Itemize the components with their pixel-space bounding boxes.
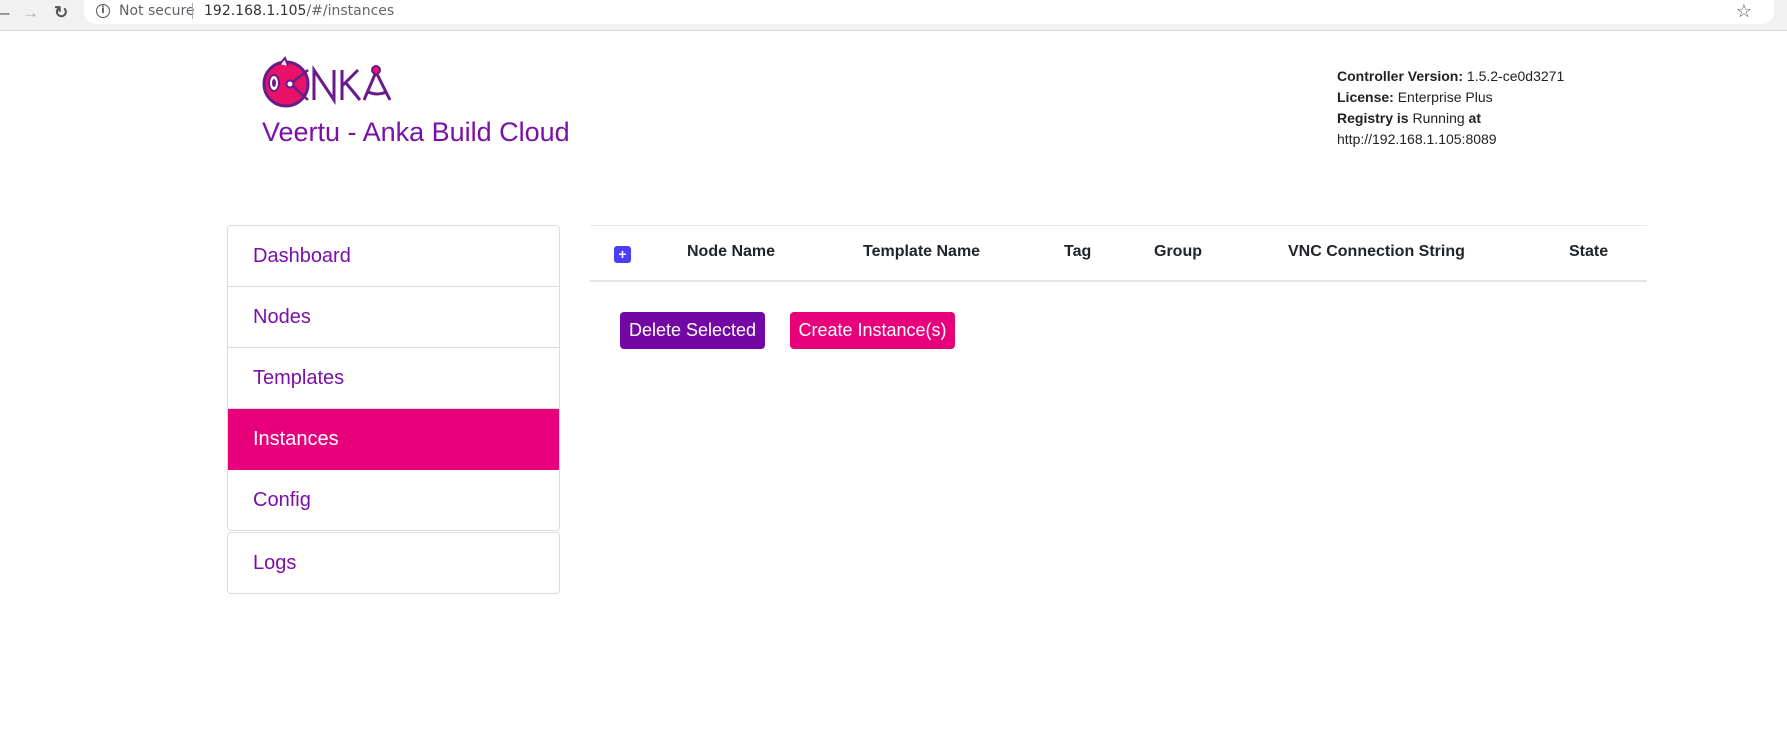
sidebar-secondary-group: Logs — [227, 532, 560, 594]
reload-button[interactable]: ↻ — [54, 3, 68, 23]
sidebar-item-config[interactable]: Config — [228, 470, 559, 530]
controller-version-label: Controller Version: — [1337, 68, 1464, 84]
sidebar-item-templates[interactable]: Templates — [228, 348, 559, 409]
sidebar-main-group: Dashboard Nodes Templates Instances Conf… — [227, 225, 560, 531]
divider — [192, 3, 193, 19]
license-label: License: — [1337, 89, 1394, 105]
security-label: Not secure — [119, 3, 195, 19]
url-host: 192.168.1.105 — [204, 3, 307, 19]
sidebar-item-instances[interactable]: Instances — [228, 409, 559, 470]
license-row: License: Enterprise Plus — [1337, 87, 1564, 108]
controller-version-row: Controller Version: 1.5.2-ce0d3271 — [1337, 66, 1564, 87]
sidebar-item-nodes[interactable]: Nodes — [228, 287, 559, 348]
sidebar-item-dashboard[interactable]: Dashboard — [228, 226, 559, 287]
create-instances-button[interactable]: Create Instance(s) — [790, 312, 955, 349]
address-bar[interactable]: i Not secure 192.168.1.105/#/instances ☆ — [84, 0, 1774, 24]
info-icon[interactable]: i — [96, 4, 110, 18]
sidebar-item-logs[interactable]: Logs — [228, 533, 559, 593]
anka-logo — [260, 56, 410, 110]
column-node-name[interactable]: Node Name — [687, 243, 775, 261]
column-state[interactable]: State — [1569, 243, 1608, 261]
url-text[interactable]: 192.168.1.105/#/instances — [204, 3, 394, 19]
column-template-name[interactable]: Template Name — [863, 243, 980, 261]
registry-row: Registry is Running at — [1337, 108, 1564, 129]
forward-button[interactable]: → — [22, 3, 39, 23]
column-group[interactable]: Group — [1154, 243, 1202, 261]
anka-logo-icon — [262, 56, 392, 108]
star-icon[interactable]: ☆ — [1736, 1, 1752, 22]
registry-label: Registry is — [1337, 110, 1409, 126]
back-button[interactable]: – — [0, 3, 9, 23]
column-vnc-connection-string[interactable]: VNC Connection String — [1288, 243, 1465, 261]
app-title: Veertu - Anka Build Cloud — [262, 117, 570, 147]
controller-version-value: 1.5.2-ce0d3271 — [1466, 68, 1565, 84]
instances-table-header: + Node Name Template Name Tag Group VNC … — [590, 225, 1647, 282]
plus-icon[interactable]: + — [614, 246, 631, 263]
browser-toolbar: – → ↻ i Not secure 192.168.1.105/#/insta… — [0, 0, 1787, 31]
registry-at-label: at — [1468, 110, 1481, 126]
controller-info: Controller Version: 1.5.2-ce0d3271 Licen… — [1337, 66, 1564, 150]
registry-status: Running — [1412, 110, 1465, 126]
column-tag[interactable]: Tag — [1064, 243, 1091, 261]
sidebar: Dashboard Nodes Templates Instances Conf… — [227, 225, 560, 594]
delete-selected-button[interactable]: Delete Selected — [620, 312, 765, 349]
url-path: /#/instances — [306, 3, 395, 19]
registry-url: http://192.168.1.105:8089 — [1337, 131, 1497, 147]
license-value: Enterprise Plus — [1397, 89, 1493, 105]
